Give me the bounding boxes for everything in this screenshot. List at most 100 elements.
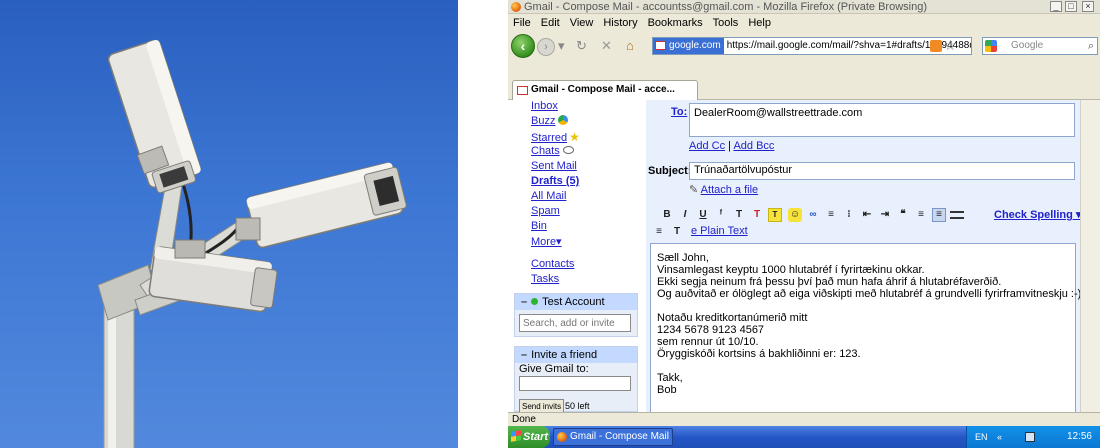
home-icon[interactable]: ⌂ — [626, 39, 634, 53]
highlight-icon[interactable]: T — [768, 208, 782, 222]
invite-email-input[interactable] — [519, 376, 631, 391]
navigation-toolbar: ‹ › ▾ ↻ ✕ ⌂ google.com https://mail.googl… — [508, 32, 1100, 60]
quote-icon[interactable]: ❝ — [896, 208, 910, 222]
nav-chats[interactable]: Chats — [531, 145, 574, 157]
nav-starred[interactable]: Starred ★ — [531, 130, 580, 144]
invite-panel-header[interactable]: – Invite a friend — [515, 347, 637, 363]
network-icon[interactable] — [1025, 432, 1035, 442]
add-bcc-link[interactable]: Add Bcc — [733, 140, 774, 152]
body-line: Takk, — [657, 372, 683, 384]
firefox-icon — [511, 2, 521, 12]
tab-strip: Gmail - Compose Mail - acce... — [508, 60, 1100, 100]
body-line: Sæll John, — [657, 252, 709, 264]
numbered-list-icon[interactable]: ≡ — [824, 208, 838, 222]
page-scrollbar[interactable] — [1080, 100, 1100, 412]
indent-more-icon[interactable]: ⇥ — [878, 208, 892, 222]
menu-view[interactable]: View — [565, 15, 599, 31]
nav-bin[interactable]: Bin — [531, 220, 547, 232]
chat-panel-header[interactable]: – Test Account — [515, 294, 637, 310]
subject-field[interactable]: Trúnaðartölvupóstur — [689, 162, 1075, 180]
search-placeholder: Google — [1011, 40, 1044, 51]
collapse-icon[interactable]: – — [521, 296, 527, 308]
tab-gmail-compose[interactable]: Gmail - Compose Mail - acce... — [512, 80, 698, 100]
site-identity-button[interactable]: google.com — [653, 38, 724, 54]
history-dropdown-icon[interactable]: ▾ — [558, 39, 565, 53]
menu-file[interactable]: File — [508, 15, 536, 31]
body-line: 1234 5678 9123 4567 — [657, 324, 765, 336]
align-right-icon[interactable] — [950, 211, 964, 219]
underline-icon[interactable]: U — [696, 208, 710, 222]
nav-sent-mail[interactable]: Sent Mail — [531, 160, 577, 172]
font-icon[interactable]: ᶠ — [714, 208, 728, 222]
menu-bookmarks[interactable]: Bookmarks — [643, 15, 708, 31]
language-indicator[interactable]: EN — [975, 426, 988, 448]
nav-more[interactable]: More▾ — [531, 235, 562, 248]
to-label[interactable]: To: — [671, 106, 687, 118]
rtl-icon[interactable]: ≡ — [652, 225, 666, 239]
maximize-button[interactable]: □ — [1065, 1, 1077, 12]
plain-text-link[interactable]: e Plain Text — [691, 225, 748, 237]
invite-label: Give Gmail to: — [519, 363, 589, 375]
taskbar-item-firefox[interactable]: Gmail - Compose Mail - te... — [553, 428, 673, 446]
start-button[interactable]: Start — [508, 426, 550, 448]
link-icon[interactable]: ∞ — [806, 208, 820, 222]
menu-history[interactable]: History — [598, 15, 642, 31]
paperclip-icon: ✎ — [689, 184, 699, 196]
emoticon-icon[interactable]: ☺ — [788, 208, 802, 222]
nav-spam[interactable]: Spam — [531, 205, 560, 217]
gmail-sidebar: Inbox Buzz Starred ★ Chats Sent Mail Draf… — [508, 100, 642, 412]
search-box[interactable]: Google ⌕ — [982, 37, 1098, 55]
nav-buzz[interactable]: Buzz — [531, 115, 569, 127]
url-bar[interactable]: google.com https://mail.google.com/mail/?… — [652, 37, 972, 55]
text-color-icon[interactable]: T — [750, 208, 764, 222]
window-title: Gmail - Compose Mail - accountss@gmail.c… — [524, 1, 927, 13]
bookmark-star-icon[interactable]: ☆ — [944, 37, 957, 54]
nav-inbox[interactable]: Inbox — [531, 100, 558, 112]
minimize-button[interactable]: _ — [1050, 1, 1062, 12]
clock: 12:56 — [1066, 431, 1092, 442]
body-line: Ekki segja neinum frá þessu því það mun … — [657, 276, 1002, 288]
remove-formatting-icon[interactable]: T — [670, 225, 684, 239]
online-status-icon — [531, 298, 539, 305]
send-invite-button[interactable]: Send invits — [519, 399, 565, 412]
nav-all-mail[interactable]: All Mail — [531, 190, 566, 202]
to-field[interactable]: DealerRoom@wallstreettrade.com — [689, 103, 1075, 137]
chat-search-input[interactable] — [519, 314, 631, 332]
align-center-icon[interactable]: ≡ — [932, 208, 946, 222]
stop-icon[interactable]: ✕ — [601, 39, 612, 53]
nav-contacts[interactable]: Contacts — [531, 258, 574, 270]
indent-less-icon[interactable]: ⇤ — [860, 208, 874, 222]
menu-tools[interactable]: Tools — [708, 15, 744, 31]
firefox-window: Gmail - Compose Mail - accountss@gmail.c… — [508, 0, 1100, 448]
cctv-camera-photo — [0, 0, 458, 448]
bold-icon[interactable]: B — [660, 208, 674, 222]
attach-file-link[interactable]: Attach a file — [701, 184, 758, 196]
message-body[interactable]: Sæll John, Vinsamlegast keyptu 1000 hlut… — [650, 243, 1081, 412]
system-tray: EN « 12:56 — [966, 426, 1100, 448]
reload-icon[interactable]: ↻ — [576, 39, 587, 53]
back-button[interactable]: ‹ — [511, 34, 535, 58]
italic-icon[interactable]: I — [678, 208, 692, 222]
forward-button[interactable]: › — [537, 38, 555, 56]
body-line: sem rennur út 10/10. — [657, 336, 759, 348]
menu-edit[interactable]: Edit — [536, 15, 565, 31]
google-search-engine-icon[interactable] — [985, 40, 997, 52]
check-spelling-link[interactable]: Check Spelling ▾ — [994, 208, 1081, 221]
rss-feed-icon[interactable] — [930, 40, 942, 52]
tray-expand-icon[interactable]: « — [997, 426, 1002, 448]
collapse-icon[interactable]: – — [521, 349, 527, 361]
nav-drafts[interactable]: Drafts (5) — [531, 175, 579, 187]
chat-account-name: Test Account — [542, 296, 605, 308]
cc-bcc-separator: | — [728, 140, 731, 152]
add-cc-link[interactable]: Add Cc — [689, 140, 725, 152]
close-button[interactable]: × — [1082, 1, 1094, 12]
menu-help[interactable]: Help — [743, 15, 776, 31]
align-left-icon[interactable]: ≡ — [914, 208, 928, 222]
search-icon[interactable]: ⌕ — [1088, 38, 1094, 54]
font-size-icon[interactable]: T — [732, 208, 746, 222]
bulleted-list-icon[interactable]: ⁝ — [842, 208, 856, 222]
status-text: Done — [512, 414, 536, 425]
body-line: Notaðu kreditkortanúmerið mitt — [657, 312, 808, 324]
nav-tasks[interactable]: Tasks — [531, 273, 559, 285]
firefox-icon — [557, 432, 567, 442]
